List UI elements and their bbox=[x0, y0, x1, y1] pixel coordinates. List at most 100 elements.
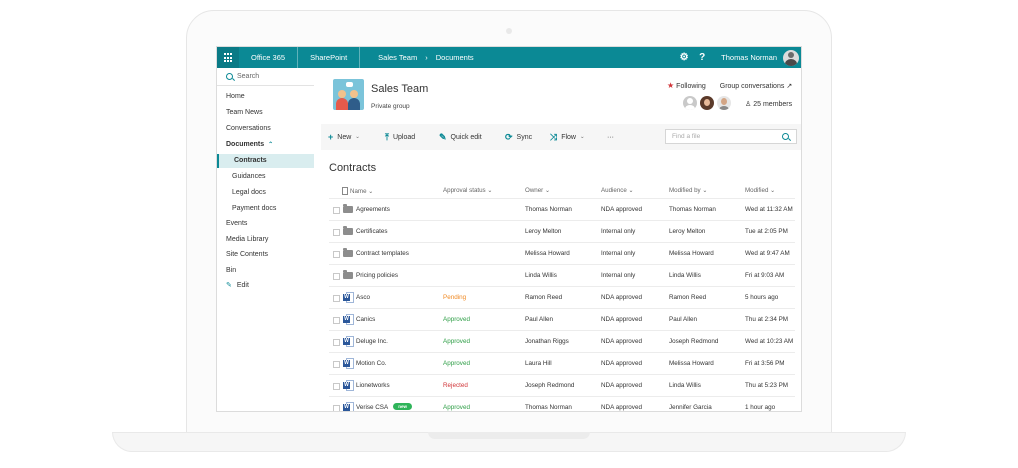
file-name[interactable]: Deluge Inc. bbox=[356, 331, 388, 353]
audience: NDA approved bbox=[601, 206, 642, 213]
file-name[interactable]: Agreements bbox=[356, 199, 390, 221]
nav-item-events[interactable]: Events bbox=[226, 217, 247, 231]
help-icon[interactable]: ? bbox=[693, 52, 711, 63]
nav-item-site-contents[interactable]: Site Contents bbox=[226, 248, 268, 262]
table-row[interactable]: W Lionetworks Rejected Joseph Redmond ND… bbox=[329, 374, 795, 397]
breadcrumb: Sales Team › Documents bbox=[360, 53, 474, 62]
user-avatar[interactable] bbox=[783, 49, 799, 66]
modified: Thu at 2:34 PM bbox=[745, 316, 789, 323]
member-avatar[interactable] bbox=[700, 96, 714, 110]
table-row[interactable]: Pricing policies Linda Willis Internal o… bbox=[329, 264, 795, 287]
audience: NDA approved bbox=[601, 338, 642, 345]
breadcrumb-separator: › bbox=[425, 53, 428, 62]
modified: Wed at 10:23 AM bbox=[745, 338, 794, 345]
office-365-link[interactable]: Office 365 bbox=[239, 47, 299, 68]
app-launcher-icon[interactable] bbox=[217, 47, 239, 68]
member-avatar[interactable] bbox=[717, 96, 731, 110]
nav-item-home[interactable]: Home bbox=[226, 90, 245, 104]
breadcrumb-site[interactable]: Sales Team bbox=[378, 53, 417, 62]
chevron-up-icon[interactable]: ⌃ bbox=[268, 142, 273, 148]
member-avatar[interactable] bbox=[683, 96, 697, 110]
user-name[interactable]: Thomas Norman bbox=[711, 53, 783, 62]
owner: Jonathan Riggs bbox=[525, 338, 569, 345]
upload-button[interactable]: ⤒ Upload bbox=[385, 124, 415, 150]
search-icon[interactable] bbox=[782, 133, 789, 140]
file-name[interactable]: Motion Co. bbox=[356, 353, 386, 375]
new-button[interactable]: + New ⌄ bbox=[328, 124, 360, 150]
modified: Wed at 11:32 AM bbox=[745, 206, 793, 213]
chevron-down-icon: ⌄ bbox=[487, 187, 493, 194]
members-count[interactable]: ♙ 25 members bbox=[745, 100, 792, 108]
audience: Internal only bbox=[601, 250, 636, 257]
modified-by: Linda Willis bbox=[669, 272, 701, 279]
nav-item-media-library[interactable]: Media Library bbox=[226, 233, 268, 247]
column-header-modified[interactable]: Modified ⌄ bbox=[745, 187, 775, 194]
table-row[interactable]: W Verise CSA new Approved Thomas Norman N… bbox=[329, 396, 795, 411]
modified: Fri at 9:03 AM bbox=[745, 272, 785, 279]
table-row[interactable]: Certificates Leroy Melton Internal only … bbox=[329, 220, 795, 243]
quick-edit-button[interactable]: ✎ Quick edit bbox=[439, 124, 482, 150]
column-header-audience[interactable]: Audience ⌄ bbox=[601, 187, 634, 194]
nav-search[interactable]: Search bbox=[226, 73, 259, 80]
more-button[interactable]: ··· bbox=[607, 124, 614, 150]
nav-item-documents[interactable]: Documents ⌃ bbox=[226, 138, 273, 152]
file-name[interactable]: Asco bbox=[356, 287, 370, 309]
sync-button[interactable]: ⟳ Sync bbox=[505, 124, 532, 150]
table-row[interactable]: W Canics Approved Paul Allen NDA approve… bbox=[329, 308, 795, 331]
nav-item-bin[interactable]: Bin bbox=[226, 264, 236, 278]
nav-item-team-news[interactable]: Team News bbox=[226, 106, 263, 120]
table-row[interactable]: W Asco Pending Ramon Reed NDA approved R… bbox=[329, 286, 795, 309]
member-avatars[interactable] bbox=[683, 96, 731, 110]
column-header-approval-status[interactable]: Approval status ⌄ bbox=[443, 187, 493, 194]
nav-item-payment-docs[interactable]: Payment docs bbox=[232, 202, 276, 216]
column-header-name[interactable]: Name ⌄ bbox=[342, 187, 373, 195]
following-button[interactable]: ★ Following bbox=[667, 81, 706, 90]
nav-item-contracts[interactable]: Contracts bbox=[217, 154, 314, 168]
group-conversations-link[interactable]: Group conversations ↗ bbox=[720, 82, 792, 90]
modified-by: Joseph Redmond bbox=[669, 338, 719, 345]
site-title[interactable]: Sales Team bbox=[371, 83, 428, 95]
row-checkbox[interactable] bbox=[333, 273, 340, 280]
file-name[interactable]: Verise CSA new bbox=[356, 397, 412, 411]
row-checkbox[interactable] bbox=[333, 229, 340, 236]
file-name[interactable]: Lionetworks bbox=[356, 375, 390, 397]
table-row[interactable]: Contract templates Melissa Howard Intern… bbox=[329, 242, 795, 265]
suite-bar-right: ⚙ ? Thomas Norman bbox=[675, 47, 801, 68]
left-navigation: Search Home Team News Conversations Docu… bbox=[217, 68, 314, 411]
file-name[interactable]: Pricing policies bbox=[356, 265, 398, 287]
modified-by: Jennifer Garcia bbox=[669, 404, 712, 411]
pencil-icon: ✎ bbox=[226, 282, 232, 289]
approval-status: Rejected bbox=[443, 382, 468, 389]
row-checkbox[interactable] bbox=[333, 339, 340, 346]
nav-item-legal-docs[interactable]: Legal docs bbox=[232, 186, 266, 200]
audience: NDA approved bbox=[601, 360, 642, 367]
column-header-modified-by[interactable]: Modified by ⌄ bbox=[669, 187, 708, 194]
new-badge: new bbox=[393, 403, 412, 410]
row-checkbox[interactable] bbox=[333, 383, 340, 390]
site-subtitle: Private group bbox=[371, 103, 410, 110]
breadcrumb-library[interactable]: Documents bbox=[436, 53, 474, 62]
site-logo[interactable] bbox=[333, 79, 364, 110]
file-name[interactable]: Canics bbox=[356, 309, 375, 331]
column-header-owner[interactable]: Owner ⌄ bbox=[525, 187, 550, 194]
gear-icon[interactable]: ⚙ bbox=[675, 52, 693, 63]
row-checkbox[interactable] bbox=[333, 251, 340, 258]
nav-item-conversations[interactable]: Conversations bbox=[226, 122, 271, 136]
table-row[interactable]: W Deluge Inc. Approved Jonathan Riggs ND… bbox=[329, 330, 795, 353]
sharepoint-link[interactable]: SharePoint bbox=[298, 47, 361, 68]
folder-icon bbox=[343, 226, 353, 235]
flow-button[interactable]: ⤨ Flow ⌄ bbox=[550, 124, 585, 150]
nav-item-guidances[interactable]: Guidances bbox=[232, 170, 265, 184]
table-row[interactable]: W Motion Co. Approved Laura Hill NDA app… bbox=[329, 352, 795, 375]
chevron-down-icon: ⌄ bbox=[368, 188, 374, 195]
row-checkbox[interactable] bbox=[333, 361, 340, 368]
file-name[interactable]: Certificates bbox=[356, 221, 388, 243]
row-checkbox[interactable] bbox=[333, 317, 340, 324]
table-row[interactable]: Agreements Thomas Norman NDA approved Th… bbox=[329, 198, 795, 221]
row-checkbox[interactable] bbox=[333, 295, 340, 302]
row-checkbox[interactable] bbox=[333, 405, 340, 411]
file-name[interactable]: Contract templates bbox=[356, 243, 409, 265]
row-checkbox[interactable] bbox=[333, 207, 340, 214]
nav-edit-link[interactable]: ✎ Edit bbox=[226, 279, 249, 293]
find-file-input[interactable]: Find a file bbox=[665, 129, 797, 144]
